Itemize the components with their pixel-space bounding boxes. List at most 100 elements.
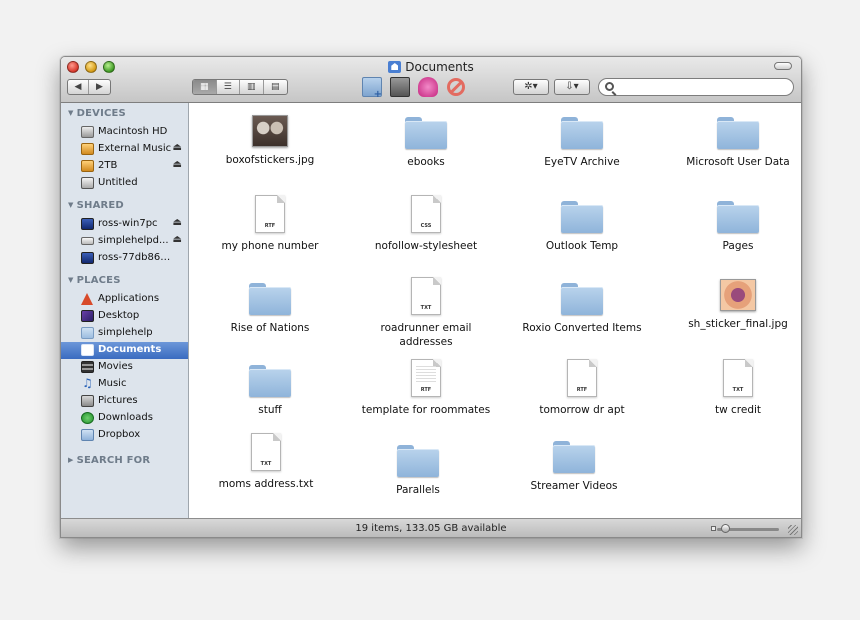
pictures-icon (81, 395, 94, 407)
folder-icon (81, 327, 94, 339)
search-input[interactable] (619, 80, 787, 94)
resize-grip-icon[interactable] (788, 525, 798, 535)
css-document-icon: CSS (411, 195, 441, 233)
file-item-outlook-temp[interactable]: Outlook Temp (502, 199, 662, 253)
column-view-button[interactable]: ▥ (240, 80, 264, 94)
eject-icon[interactable]: ⏏ (173, 234, 182, 245)
folder-icon (561, 115, 603, 149)
back-button[interactable]: ◀ (68, 80, 90, 94)
toolbar-toggle-button[interactable] (774, 62, 792, 70)
status-bar: 19 items, 133.05 GB available (61, 518, 801, 537)
sidebar-item-applications[interactable]: Applications (61, 291, 188, 308)
documents-folder-icon (388, 61, 402, 73)
hard-drive-icon (81, 126, 94, 138)
window-title-text: Documents (405, 60, 474, 74)
sidebar-item-ross-win7pc[interactable]: ross-win7pc ⏏ (61, 216, 188, 233)
sidebar-item-ross-77db860a0a[interactable]: ross-77db860a0a (61, 250, 188, 267)
title-bar[interactable]: Documents ◀ ▶ ▦ ☰ ▥ ▤ ✲▾ ⇩▾ (61, 57, 801, 103)
file-item-boxofstickers[interactable]: boxofstickers.jpg (190, 115, 350, 167)
folder-icon (249, 363, 291, 397)
sidebar-item-2tb[interactable]: 2TB ⏏ (61, 158, 188, 175)
image-thumbnail-icon (252, 115, 288, 147)
file-item-tomorrow-dr-apt[interactable]: RTF tomorrow dr apt (502, 359, 662, 417)
music-icon: ♫ (82, 376, 93, 390)
window-title: Documents (61, 60, 801, 74)
sidebar-item-documents[interactable]: Documents (61, 342, 188, 359)
movies-icon (81, 361, 94, 373)
sidebar-item-pictures[interactable]: Pictures (61, 393, 188, 410)
folder-icon (397, 443, 439, 477)
sidebar-item-simplehelpd[interactable]: simplehelpd... ⏏ (61, 233, 188, 250)
monitor-icon (81, 252, 94, 264)
sidebar-item-downloads[interactable]: Downloads (61, 410, 188, 427)
file-item-parallels[interactable]: Parallels (338, 443, 498, 497)
finder-window: Documents ◀ ▶ ▦ ☰ ▥ ▤ ✲▾ ⇩▾ ▼DEVICES Mac… (60, 56, 802, 538)
search-field[interactable] (598, 78, 794, 96)
icon-size-slider-thumb[interactable] (721, 524, 730, 533)
sidebar-header-shared[interactable]: ▼ SHARED (68, 200, 124, 211)
file-item-pages[interactable]: Pages (658, 199, 801, 253)
back-forward-control: ◀ ▶ (67, 79, 111, 95)
sidebar-item-macintosh-hd[interactable]: Macintosh HD (61, 124, 188, 141)
txt-document-icon: TXT (251, 433, 281, 471)
file-item-stuff[interactable]: stuff (190, 363, 350, 417)
folder-icon (553, 439, 595, 473)
external-drive-icon (81, 143, 94, 155)
prohibited-icon[interactable] (447, 78, 465, 96)
file-item-eyetv-archive[interactable]: EyeTV Archive (502, 115, 662, 169)
dropbox-menu-button[interactable]: ⇩▾ (554, 79, 590, 95)
sidebar: ▼ DEVICES Macintosh HD External Music ⏏ 2… (61, 103, 189, 518)
file-item-roadrunner-email-addresses[interactable]: TXT roadrunner email addresses (346, 277, 506, 349)
applications-icon (81, 293, 93, 305)
downloads-icon (81, 412, 94, 424)
file-item-roxio-converted-items[interactable]: Roxio Converted Items (502, 281, 662, 335)
folder-icon (249, 281, 291, 315)
sidebar-header-search-for[interactable]: ▶ SEARCH FOR (68, 455, 150, 466)
image-thumbnail-icon (720, 279, 756, 311)
file-item-streamer-videos[interactable]: Streamer Videos (494, 439, 654, 493)
new-folder-icon[interactable] (362, 77, 382, 100)
rtf-document-icon: RTF (255, 195, 285, 233)
sidebar-header-devices[interactable]: ▼ DEVICES (68, 108, 126, 119)
txt-document-icon: TXT (723, 359, 753, 397)
file-item-tw-credit[interactable]: TXT tw credit (658, 359, 801, 417)
file-icon-grid: boxofstickers.jpg ebooks EyeTV Archive M… (190, 103, 801, 518)
folder-icon (717, 115, 759, 149)
image-capture-icon[interactable] (390, 77, 410, 97)
folder-icon (405, 115, 447, 149)
file-item-nofollow-stylesheet[interactable]: CSS nofollow-stylesheet (346, 195, 506, 253)
file-item-sh-sticker-final[interactable]: sh_sticker_final.jpg (658, 279, 801, 331)
sidebar-item-simplehelp[interactable]: simplehelp (61, 325, 188, 342)
sidebar-item-movies[interactable]: Movies (61, 359, 188, 376)
sidebar-item-external-music[interactable]: External Music ⏏ (61, 141, 188, 158)
eject-icon[interactable]: ⏏ (173, 159, 182, 170)
file-item-my-phone-number[interactable]: RTF my phone number (190, 195, 350, 253)
heart-app-icon[interactable] (418, 77, 438, 97)
forward-button[interactable]: ▶ (89, 80, 110, 94)
file-item-ebooks[interactable]: ebooks (346, 115, 506, 169)
file-item-template-for-roommates[interactable]: RTF template for roommates (346, 359, 506, 417)
list-view-button[interactable]: ☰ (217, 80, 240, 94)
file-item-microsoft-user-data[interactable]: Microsoft User Data (658, 115, 801, 169)
sidebar-item-dropbox[interactable]: Dropbox (61, 427, 188, 444)
view-mode-control: ▦ ☰ ▥ ▤ (192, 79, 288, 95)
eject-icon[interactable]: ⏏ (173, 217, 182, 228)
sidebar-header-places[interactable]: ▼ PLACES (68, 275, 121, 286)
small-icon-size-icon (711, 526, 716, 531)
folder-icon (561, 281, 603, 315)
file-item-rise-of-nations[interactable]: Rise of Nations (190, 281, 350, 335)
dropbox-icon (81, 429, 94, 441)
icon-view-button[interactable]: ▦ (193, 80, 217, 94)
action-menu-button[interactable]: ✲▾ (513, 79, 549, 95)
monitor-icon (81, 218, 94, 230)
eject-icon[interactable]: ⏏ (173, 142, 182, 153)
sidebar-item-desktop[interactable]: Desktop (61, 308, 188, 325)
server-icon (81, 237, 94, 245)
search-icon (605, 82, 614, 91)
sidebar-item-untitled[interactable]: Untitled (61, 175, 188, 192)
sidebar-item-music[interactable]: ♫ Music (61, 376, 188, 393)
folder-icon (717, 199, 759, 233)
coverflow-view-button[interactable]: ▤ (264, 80, 287, 94)
file-item-moms-address[interactable]: TXT moms address.txt (186, 433, 346, 491)
status-text: 19 items, 133.05 GB available (355, 523, 507, 534)
